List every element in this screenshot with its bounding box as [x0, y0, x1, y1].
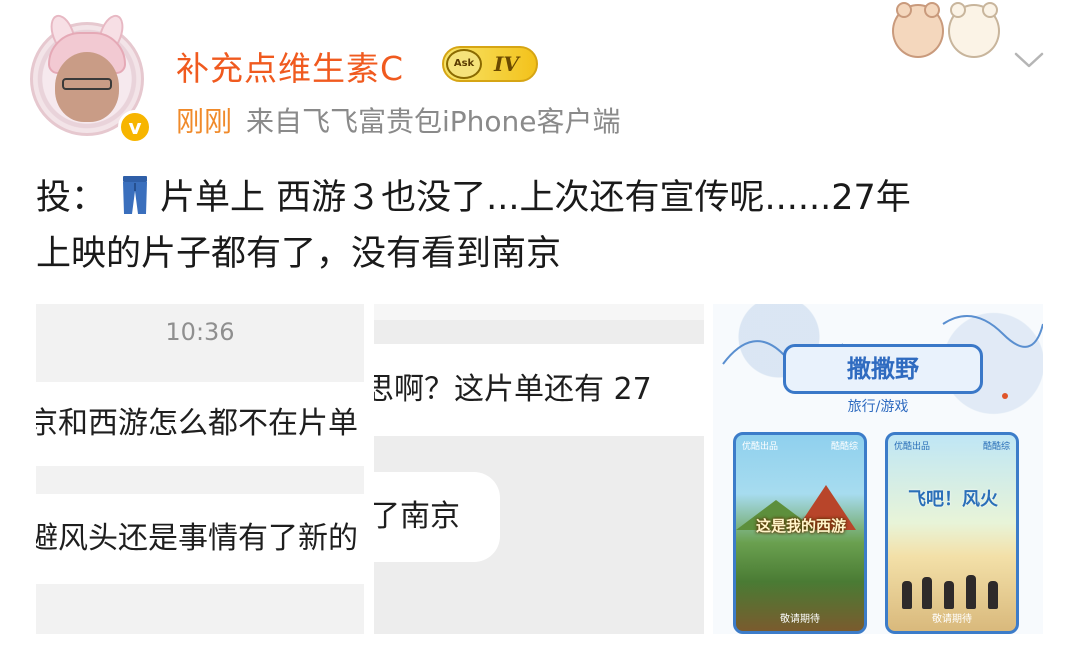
avatar[interactable]: v [22, 11, 152, 144]
user-level-badge[interactable]: Ask IV [442, 46, 538, 82]
card-tag: 优酷出品 [894, 442, 931, 452]
chat-bubble: 避风头还是事情有了新的 [36, 494, 364, 584]
level-text: IV [494, 52, 519, 76]
chat-bubble: 京和西游怎么都不在片单 [36, 382, 364, 466]
level-logo-icon: Ask [446, 49, 482, 79]
bear-icon [892, 2, 944, 58]
show-card: 优酷出品 酷酷综 这是我的西游 敬请期待 [733, 432, 867, 634]
card-tag: 优酷出品 [742, 442, 779, 452]
chat-bubble: 思啊？这片单还有 27 [374, 344, 704, 436]
post-image-3[interactable]: 撒撒野 旅行/游戏 优酷出品 酷酷综 这是我的西游 敬请期待 优酷出品 酷酷综 … [713, 304, 1043, 634]
post-source[interactable]: 来自飞飞富贵包iPhone客户端 [246, 105, 621, 138]
runner-figure [944, 581, 954, 609]
card-tag: 酷酷综 [982, 442, 1010, 452]
avatar-glasses [62, 78, 112, 90]
post-line-1: 投： 片单上 西游３也没了...上次还有宣传呢......27年 [36, 170, 1046, 226]
card-footer: 敬请期待 [932, 614, 972, 625]
post-time: 刚刚 [176, 105, 233, 138]
chat-timestamp: 10:36 [165, 318, 235, 346]
show-card: 优酷出品 酷酷综 飞吧！风火 敬请期待 [885, 432, 1019, 634]
poster-subtitle: 旅行/游戏 [847, 399, 909, 415]
runner-figure [988, 581, 998, 609]
post-line-2: 上映的片子都有了，没有看到南京 [36, 234, 562, 274]
chat-bubble: 了南京 [374, 472, 500, 562]
jeans-icon [120, 175, 150, 215]
post-image-1[interactable]: 10:36 京和西游怎么都不在片单 避风头还是事情有了新的 [36, 304, 364, 634]
card-tag: 酷酷综 [830, 442, 858, 452]
poster-title: 撒撒野 [783, 344, 983, 394]
runner-figure [902, 581, 912, 609]
chevron-down-icon[interactable] [1014, 50, 1044, 70]
card-footer: 敬请期待 [780, 614, 820, 625]
verified-badge-icon: v [118, 110, 152, 144]
post-body: 投： 片单上 西游３也没了...上次还有宣传呢......27年 上映的片子都有… [36, 170, 1046, 282]
username[interactable]: 补充点维生素C [176, 42, 404, 90]
post-image-2[interactable]: 思啊？这片单还有 27 了南京 [374, 304, 704, 634]
card-title: 飞吧！风火 [908, 489, 998, 510]
post-meta: 刚刚 来自飞飞富贵包iPhone客户端 [176, 100, 621, 140]
runner-figure [922, 577, 932, 609]
runner-figure [966, 575, 976, 609]
bear-sticker-icon [888, 0, 1006, 62]
sheep-icon [948, 2, 1000, 58]
post-line-1-text: 片单上 西游３也没了...上次还有宣传呢......27年 [160, 178, 911, 218]
post-prefix: 投： [36, 178, 107, 218]
chat-top-strip [374, 304, 704, 320]
card-title: 这是我的西游 [755, 517, 846, 535]
